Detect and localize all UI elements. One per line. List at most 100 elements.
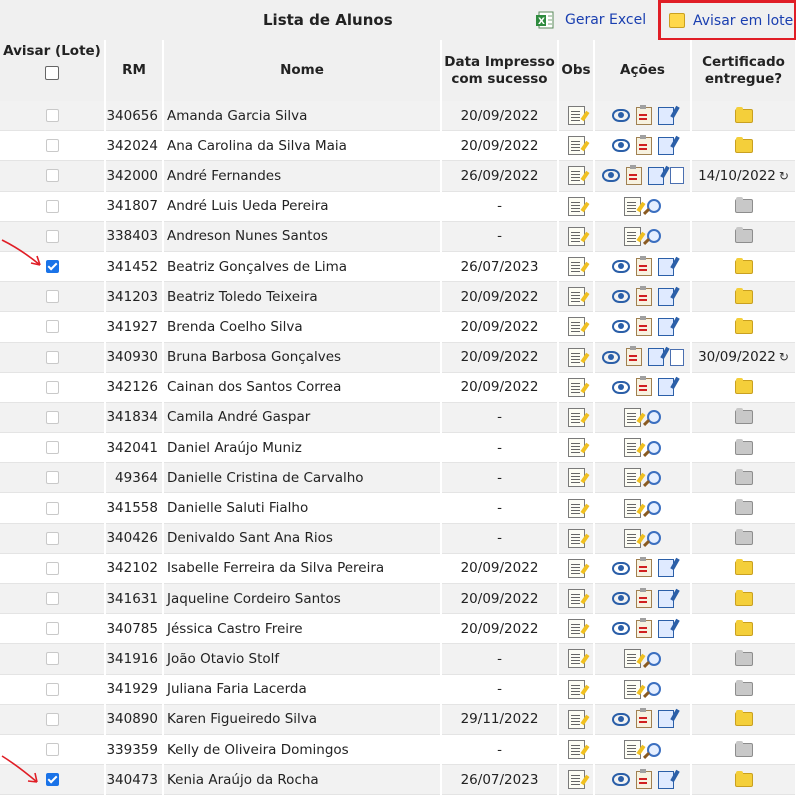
row-checkbox[interactable] [45,260,59,274]
note-edit-icon[interactable] [624,528,641,548]
folder-icon[interactable] [734,408,753,425]
search-icon[interactable] [647,651,661,666]
folder-icon[interactable] [734,287,753,304]
view-eye-icon[interactable] [611,260,630,274]
note-edit-icon[interactable] [624,438,641,458]
note-edit-icon[interactable] [567,166,585,186]
edit-document-icon[interactable] [657,257,674,276]
view-eye-icon[interactable] [601,350,620,364]
note-edit-icon[interactable] [567,347,585,367]
row-checkbox[interactable] [45,380,59,394]
row-checkbox[interactable] [45,410,59,424]
search-icon[interactable] [647,199,661,214]
note-edit-icon[interactable] [567,317,585,337]
row-checkbox[interactable] [45,471,59,485]
row-checkbox[interactable] [45,169,59,183]
note-edit-icon[interactable] [624,226,641,246]
note-edit-icon[interactable] [624,498,641,518]
folder-icon[interactable] [734,438,753,455]
search-icon[interactable] [647,440,661,455]
folder-icon[interactable] [734,680,753,697]
view-eye-icon[interactable] [611,320,630,334]
note-edit-icon[interactable] [567,106,585,126]
view-eye-icon[interactable] [611,109,630,123]
col-header-data[interactable]: Data Impresso com sucesso [441,40,559,101]
folder-icon[interactable] [734,710,753,727]
edit-document-icon[interactable] [657,559,674,578]
view-eye-icon[interactable] [611,592,630,606]
clipboard-icon[interactable] [625,346,642,367]
row-checkbox[interactable] [45,290,59,304]
col-header-nome[interactable]: Nome [163,40,442,101]
note-edit-icon[interactable] [624,679,641,699]
notify-batch-button[interactable]: Avisar em lote [658,0,796,41]
clipboard-icon[interactable] [635,587,652,608]
clipboard-icon[interactable] [635,315,652,336]
row-checkbox[interactable] [45,350,59,364]
note-edit-icon[interactable] [567,407,585,427]
note-edit-icon[interactable] [567,196,585,216]
edit-document-icon[interactable] [657,710,674,729]
copy-document-icon[interactable] [669,348,684,366]
note-edit-icon[interactable] [567,498,585,518]
edit-document-icon[interactable] [657,589,674,608]
copy-document-icon[interactable] [669,167,684,185]
note-edit-icon[interactable] [567,558,585,578]
row-checkbox[interactable] [45,441,59,455]
folder-icon[interactable] [734,136,753,153]
row-checkbox[interactable] [45,561,59,575]
folder-icon[interactable] [734,106,753,123]
row-checkbox[interactable] [45,743,59,757]
search-icon[interactable] [647,229,661,244]
folder-icon[interactable] [734,589,753,606]
folder-icon[interactable] [734,740,753,757]
note-edit-icon[interactable] [567,468,585,488]
note-edit-icon[interactable] [567,226,585,246]
row-checkbox[interactable] [45,622,59,636]
edit-document-icon[interactable] [647,348,664,367]
search-icon[interactable] [647,742,661,757]
refresh-icon[interactable]: ↻ [779,169,789,183]
note-edit-icon[interactable] [624,196,641,216]
search-icon[interactable] [647,410,661,425]
clipboard-icon[interactable] [635,617,652,638]
refresh-icon[interactable]: ↻ [779,350,789,364]
clipboard-icon[interactable] [635,134,652,155]
row-checkbox[interactable] [45,531,59,545]
view-eye-icon[interactable] [611,712,630,726]
folder-icon[interactable] [734,499,753,516]
row-checkbox[interactable] [45,229,59,243]
row-checkbox[interactable] [45,592,59,606]
row-checkbox[interactable] [45,109,59,123]
search-icon[interactable] [647,470,661,485]
row-checkbox[interactable] [45,139,59,153]
folder-icon[interactable] [734,257,753,274]
folder-icon[interactable] [734,529,753,546]
note-edit-icon[interactable] [567,287,585,307]
search-icon[interactable] [647,682,661,697]
edit-document-icon[interactable] [657,287,674,306]
row-checkbox[interactable] [45,320,59,334]
search-icon[interactable] [647,501,661,516]
folder-icon[interactable] [734,227,753,244]
clipboard-icon[interactable] [635,768,652,789]
note-edit-icon[interactable] [567,136,585,156]
search-icon[interactable] [647,531,661,546]
note-edit-icon[interactable] [567,377,585,397]
edit-document-icon[interactable] [657,317,674,336]
clipboard-icon[interactable] [635,104,652,125]
clipboard-icon[interactable] [635,285,652,306]
edit-document-icon[interactable] [657,106,674,125]
folder-icon[interactable] [734,619,753,636]
view-eye-icon[interactable] [611,139,630,153]
folder-icon[interactable] [734,378,753,395]
folder-icon[interactable] [734,197,753,214]
note-edit-icon[interactable] [624,468,641,488]
view-eye-icon[interactable] [611,773,630,787]
note-edit-icon[interactable] [567,589,585,609]
note-edit-icon[interactable] [567,770,585,790]
folder-icon[interactable] [734,559,753,576]
folder-icon[interactable] [734,317,753,334]
view-eye-icon[interactable] [611,622,630,636]
col-header-rm[interactable]: RM [105,40,164,101]
